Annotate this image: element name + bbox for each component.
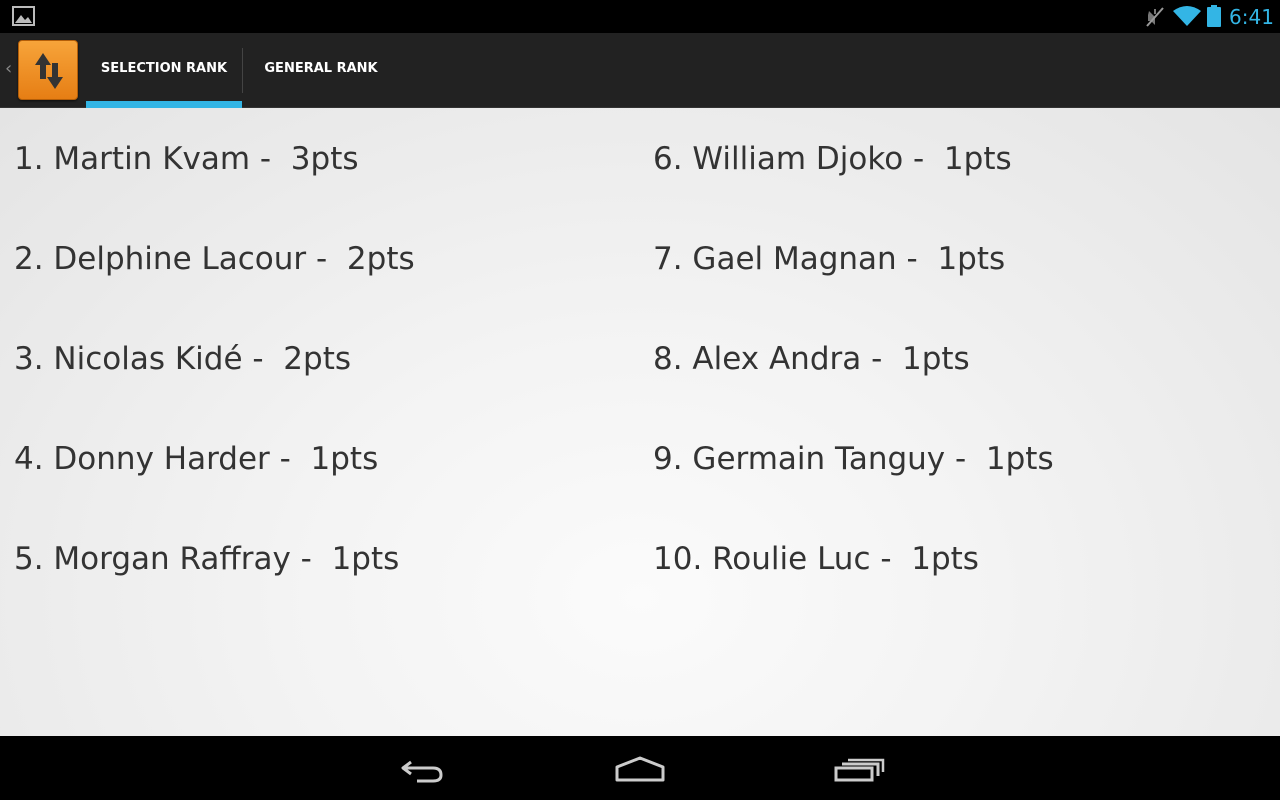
back-button[interactable] — [395, 750, 455, 786]
navigation-bar — [0, 736, 1280, 800]
back-icon — [401, 760, 443, 783]
ranking-list: 1. Martin Kvam - 3pts 2. Delphine Lacour… — [0, 108, 1280, 736]
rank-item: 3. Nicolas Kidé - 2pts — [14, 341, 352, 377]
rank-item: 8. Alex Andra - 1pts — [653, 341, 970, 377]
recent-apps-button[interactable] — [828, 750, 888, 786]
tab-label: SELECTION RANK — [100, 61, 228, 76]
rank-item: 4. Donny Harder - 1pts — [14, 441, 379, 477]
rank-item: 9. Germain Tanguy - 1pts — [653, 441, 1054, 477]
battery-icon — [1207, 5, 1221, 27]
tab-general-rank[interactable]: GENERAL RANK — [243, 33, 399, 108]
rank-item: 1. Martin Kvam - 3pts — [14, 141, 359, 177]
rank-item: 5. Morgan Raffray - 1pts — [14, 541, 400, 577]
app-icon[interactable] — [18, 40, 78, 100]
tab-selection-rank[interactable]: SELECTION RANK — [86, 33, 242, 108]
wifi-icon — [1172, 5, 1202, 27]
tab-selected-indicator — [86, 101, 242, 108]
recent-apps-icon — [834, 758, 885, 782]
rank-item: 10. Roulie Luc - 1pts — [653, 541, 979, 577]
status-clock: 6:41 — [1229, 5, 1274, 29]
action-bar: ‹ SELECTION RANK GENERAL RANK — [0, 33, 1280, 108]
gallery-icon — [12, 6, 35, 26]
sort-arrows-icon — [35, 53, 63, 89]
rank-item: 2. Delphine Lacour - 2pts — [14, 241, 415, 277]
status-bar: 6:41 — [0, 0, 1280, 33]
home-button[interactable] — [610, 750, 670, 786]
mute-icon — [1143, 5, 1167, 29]
home-icon — [615, 756, 665, 782]
rank-item: 7. Gael Magnan - 1pts — [653, 241, 1006, 277]
rank-item: 6. William Djoko - 1pts — [653, 141, 1012, 177]
tab-label: GENERAL RANK — [264, 61, 378, 76]
up-caret-icon[interactable]: ‹ — [5, 59, 15, 79]
